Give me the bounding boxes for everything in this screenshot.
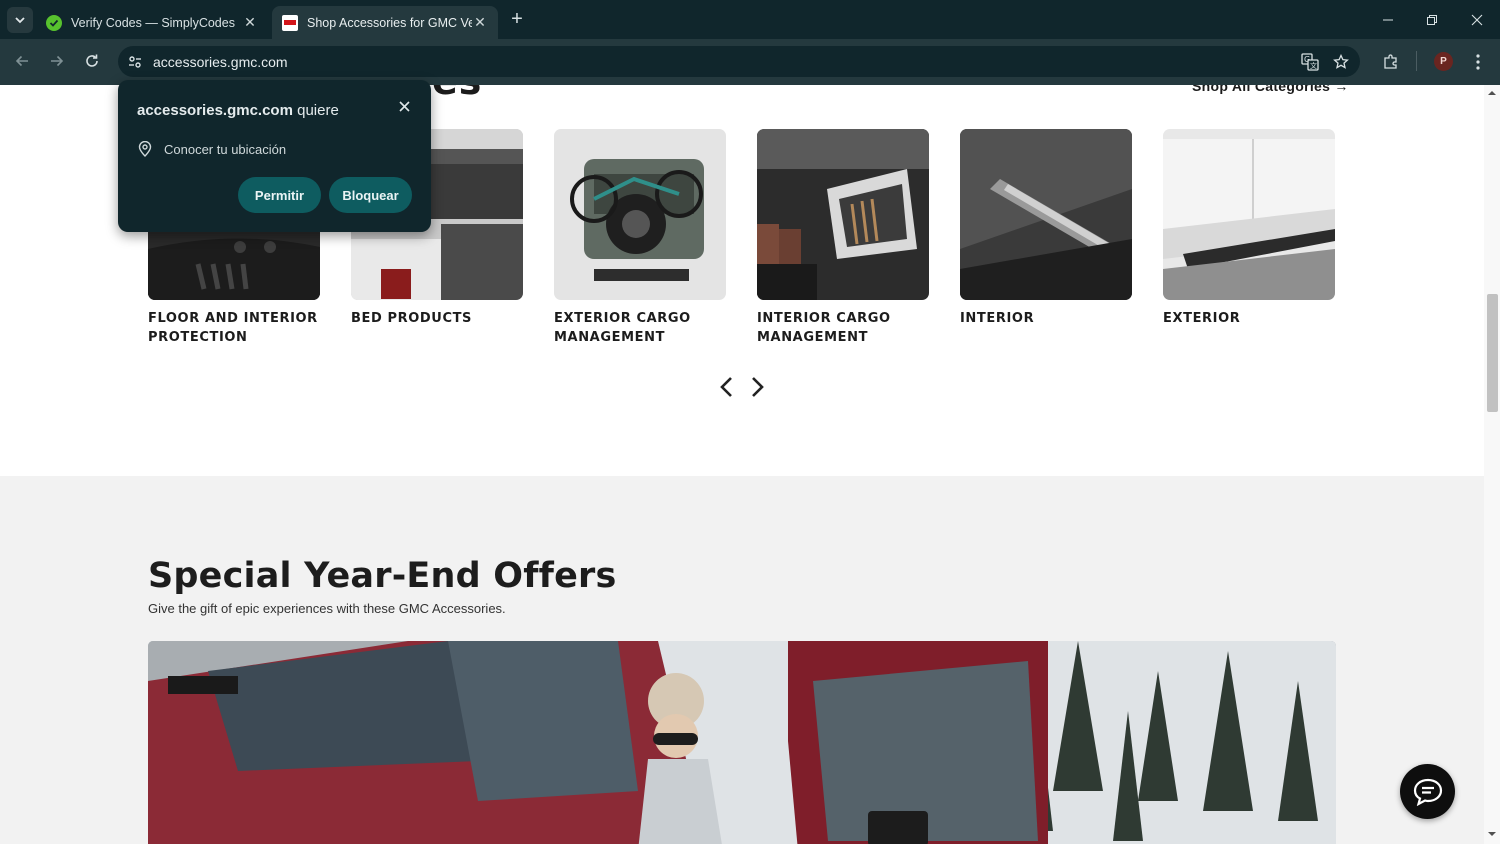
reload-button[interactable] [78, 47, 106, 75]
translate-icon: G 文 [1301, 53, 1319, 71]
browser-menu-button[interactable] [1467, 51, 1489, 73]
close-icon [398, 101, 410, 112]
minimize-button[interactable] [1366, 0, 1410, 39]
tab-title: Verify Codes — SimplyCodes [71, 15, 235, 30]
star-icon [1333, 54, 1349, 69]
tab-search-button[interactable] [7, 7, 33, 33]
chevron-down-icon [15, 17, 25, 24]
chat-button[interactable] [1400, 764, 1455, 819]
minimize-icon [1383, 19, 1393, 20]
scroll-up-icon[interactable] [1488, 89, 1496, 97]
category-card-interior-cargo[interactable]: INTERIOR CARGO MANAGEMENT [757, 129, 929, 347]
restore-icon [1427, 14, 1437, 25]
category-label[interactable]: BED PRODUCTS [351, 309, 523, 328]
site-info-button[interactable] [123, 50, 147, 73]
simplycodes-check-icon [46, 14, 62, 31]
tab-strip: Verify Codes — SimplyCodes ✕ Shop Access… [0, 0, 1500, 39]
permission-site: accessories.gmc.com [137, 102, 293, 119]
permission-title: accessories.gmc.com quiere [137, 102, 339, 119]
close-window-button[interactable] [1455, 0, 1499, 39]
kebab-menu-icon [1476, 54, 1480, 70]
category-image[interactable] [960, 129, 1132, 300]
arrow-left-icon [15, 55, 28, 67]
permission-close-button[interactable] [396, 100, 412, 116]
tab-gmc-accessories[interactable]: Shop Accessories for GMC Vehi ✕ [272, 6, 498, 39]
arrow-right-icon [51, 55, 64, 67]
new-tab-button[interactable]: + [506, 9, 528, 31]
scroll-thumb[interactable] [1487, 294, 1498, 412]
category-card-exterior-cargo[interactable]: EXTERIOR CARGO MANAGEMENT [554, 129, 726, 347]
permission-request: Conocer tu ubicación [138, 141, 286, 157]
toolbar-divider [1416, 51, 1417, 71]
close-icon [1471, 14, 1483, 25]
location-pin-icon [138, 141, 152, 157]
permission-request-text: Conocer tu ubicación [164, 141, 287, 157]
categories-heading: es [432, 85, 482, 103]
block-button[interactable]: Bloquear [329, 177, 412, 213]
shop-all-categories-link[interactable]: Shop All Categories → [1192, 85, 1349, 94]
permission-verb: quiere [292, 102, 339, 119]
category-card-interior[interactable]: INTERIOR [960, 129, 1132, 328]
category-image[interactable] [757, 129, 929, 300]
allow-button[interactable]: Permitir [238, 177, 321, 213]
tune-icon [129, 55, 141, 68]
extensions-button[interactable] [1380, 51, 1402, 73]
scroll-down-icon[interactable] [1488, 830, 1496, 838]
offers-title: Special Year-End Offers [148, 556, 617, 596]
category-label[interactable]: EXTERIOR CARGO MANAGEMENT [554, 309, 726, 347]
carousel-next-button[interactable] [747, 373, 769, 401]
address-bar[interactable]: accessories.gmc.com G 文 [118, 46, 1360, 77]
chat-bubble-icon [1413, 778, 1442, 806]
profile-avatar[interactable]: P [1434, 52, 1453, 71]
restore-button[interactable] [1410, 0, 1454, 39]
carousel-prev-button[interactable] [715, 373, 737, 401]
page-scrollbar[interactable] [1484, 85, 1500, 844]
offers-section: Special Year-End Offers Give the gift of… [0, 476, 1484, 844]
bookmark-button[interactable] [1331, 52, 1351, 72]
category-label[interactable]: FLOOR AND INTERIOR PROTECTION [148, 309, 320, 347]
chevron-right-icon [752, 377, 764, 397]
url-text[interactable]: accessories.gmc.com [153, 54, 288, 70]
reload-icon [86, 54, 98, 67]
gmc-logo-icon [282, 14, 298, 31]
offers-hero-image[interactable] [148, 641, 1336, 844]
location-permission-popup: accessories.gmc.com quiere Conocer tu ub… [118, 80, 431, 232]
category-card-exterior[interactable]: EXTERIOR [1163, 129, 1335, 328]
category-label[interactable]: INTERIOR CARGO MANAGEMENT [757, 309, 929, 347]
close-tab-icon[interactable]: ✕ [472, 14, 488, 31]
offers-subtitle: Give the gift of epic experiences with t… [148, 601, 506, 616]
forward-button[interactable] [43, 47, 71, 75]
category-image[interactable] [1163, 129, 1335, 300]
chevron-left-icon [720, 377, 732, 397]
svg-text:文: 文 [1310, 61, 1317, 70]
tab-simplycodes[interactable]: Verify Codes — SimplyCodes ✕ [36, 6, 268, 39]
translate-button[interactable]: G 文 [1300, 52, 1320, 72]
category-label[interactable]: INTERIOR [960, 309, 1132, 328]
browser-toolbar: accessories.gmc.com G 文 [0, 39, 1500, 85]
category-image[interactable] [554, 129, 726, 300]
puzzle-icon [1384, 54, 1397, 69]
category-label[interactable]: EXTERIOR [1163, 309, 1335, 328]
close-tab-icon[interactable]: ✕ [242, 14, 258, 31]
back-button[interactable] [8, 47, 36, 75]
tab-title: Shop Accessories for GMC Vehi [307, 15, 472, 30]
